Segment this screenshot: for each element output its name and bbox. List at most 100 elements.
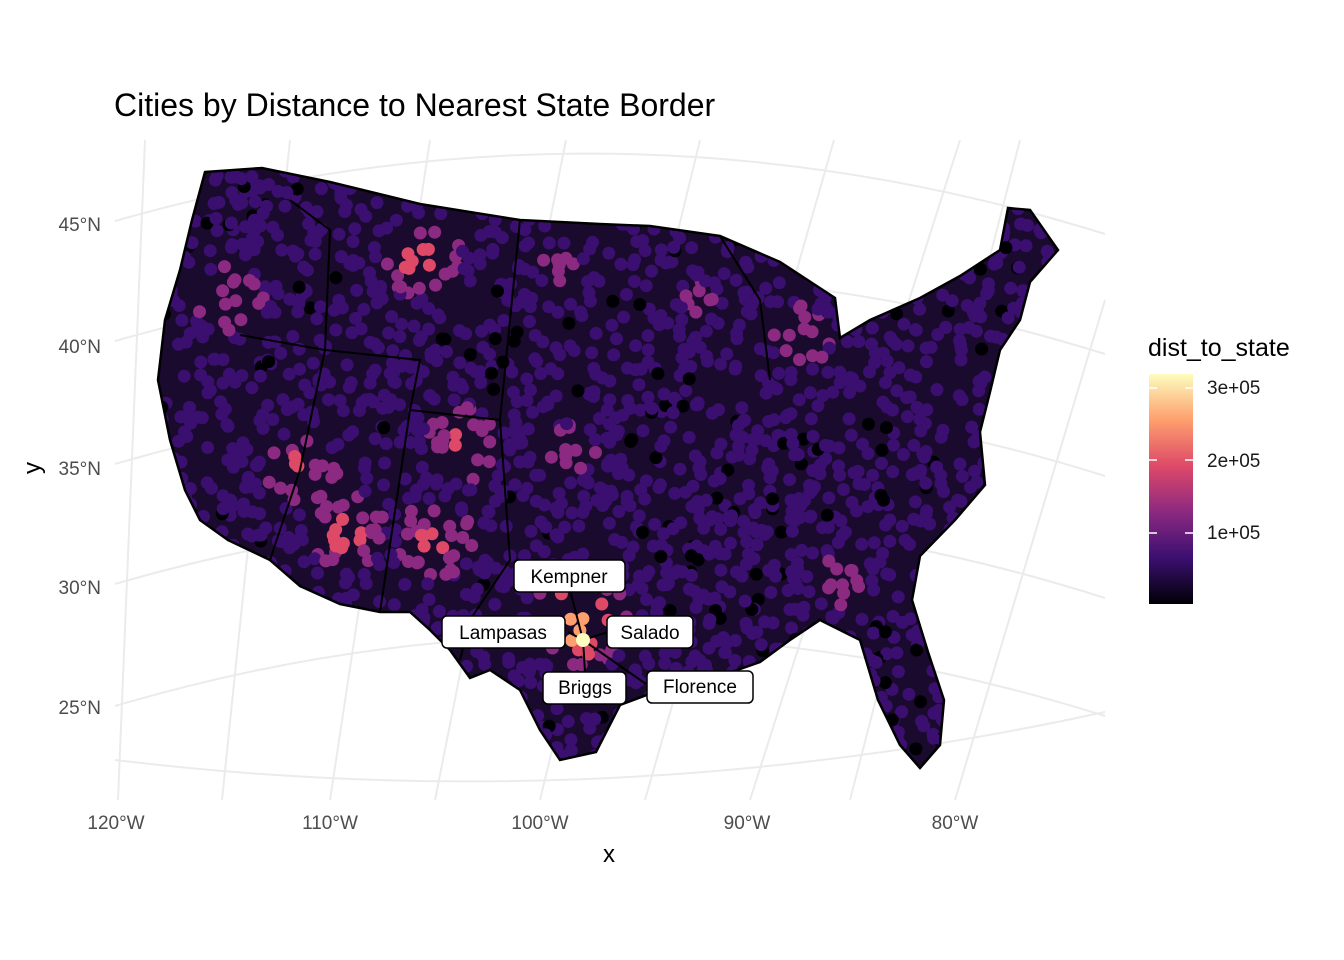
city-point: [749, 198, 763, 212]
city-point: [521, 206, 535, 220]
city-point: [917, 204, 931, 217]
city-point: [289, 618, 303, 631]
city-point: [428, 343, 442, 357]
city-point: [192, 696, 206, 710]
city-point: [646, 539, 660, 553]
city-point: [514, 202, 528, 216]
city-point: [323, 602, 337, 616]
city-point: [400, 527, 414, 541]
city-point: [587, 361, 601, 375]
city-point: [921, 574, 935, 588]
label-kempner-text: Kempner: [530, 567, 608, 588]
city-point: [515, 168, 529, 174]
city-point: [657, 387, 671, 401]
city-point: [842, 412, 856, 426]
city-point: [314, 675, 328, 689]
city-point: [417, 756, 431, 768]
city-point: [159, 174, 173, 188]
city-point: [158, 746, 171, 760]
city-point: [368, 337, 382, 351]
city-point: [179, 613, 193, 627]
city-point: [959, 632, 973, 646]
city-point: [920, 272, 934, 286]
lat-tick-25: 25°N: [59, 698, 101, 719]
city-point: [874, 488, 888, 502]
city-point: [346, 235, 360, 248]
city-point: [775, 202, 789, 216]
city-point: [235, 196, 249, 210]
city-point: [1029, 435, 1043, 449]
city-point: [712, 177, 726, 191]
label-florence: Florence: [646, 670, 754, 704]
city-point: [346, 425, 360, 439]
city-point: [816, 724, 830, 738]
city-point: [971, 749, 984, 763]
city-point: [262, 475, 276, 489]
city-point: [853, 280, 867, 294]
city-point: [835, 528, 849, 542]
city-point: [933, 569, 947, 583]
map-figure: Kempner Lampasas Salado Briggs Florence …: [19, 87, 1290, 868]
city-point: [696, 725, 710, 739]
city-point: [336, 404, 350, 418]
city-point: [175, 503, 189, 517]
city-point: [468, 734, 481, 748]
city-point: [641, 343, 655, 357]
city-point: [792, 393, 806, 407]
city-point: [175, 516, 189, 530]
city-point: [953, 618, 967, 632]
city-point: [248, 709, 262, 723]
city-point: [620, 187, 634, 201]
city-point: [750, 538, 764, 552]
city-point: [934, 560, 948, 574]
city-point: [954, 343, 968, 357]
city-point: [715, 580, 729, 594]
city-point: [158, 528, 163, 542]
city-point: [946, 595, 960, 609]
city-point: [589, 445, 602, 459]
city-point: [984, 571, 997, 585]
city-point: [512, 703, 526, 717]
city-point: [602, 168, 616, 177]
city-point: [164, 516, 178, 530]
city-point: [737, 286, 751, 300]
city-point: [714, 563, 728, 577]
city-point: [385, 310, 399, 324]
city-point: [1004, 666, 1017, 680]
city-point: [1017, 174, 1031, 188]
city-point: [363, 266, 376, 280]
city-point: [303, 731, 317, 745]
city-point: [357, 686, 371, 700]
city-point: [238, 220, 252, 234]
city-point: [576, 547, 590, 561]
city-point: [580, 474, 594, 488]
city-point: [187, 564, 201, 578]
city-point: [705, 406, 719, 420]
city-point: [1033, 668, 1047, 682]
city-point: [873, 729, 887, 743]
city-point: [1019, 239, 1033, 253]
lon-tick-120: 120°W: [87, 813, 144, 834]
city-point: [256, 421, 270, 435]
city-point: [158, 730, 172, 743]
label-kempner: Kempner: [513, 559, 626, 593]
city-point: [293, 617, 307, 631]
city-point: [449, 169, 463, 183]
city-point: [383, 366, 397, 380]
city-point: [1005, 578, 1019, 592]
city-point: [533, 468, 546, 482]
city-point: [574, 461, 588, 475]
city-point: [1012, 617, 1026, 631]
city-point: [693, 653, 707, 667]
city-point: [194, 711, 207, 724]
city-point: [833, 468, 847, 482]
city-point: [997, 573, 1011, 587]
city-point: [200, 476, 214, 490]
city-point: [923, 517, 937, 531]
city-point: [1014, 484, 1028, 498]
city-point: [275, 243, 289, 257]
city-point: [696, 213, 710, 227]
city-point: [749, 567, 763, 581]
city-point: [806, 671, 820, 685]
city-point: [497, 314, 511, 327]
